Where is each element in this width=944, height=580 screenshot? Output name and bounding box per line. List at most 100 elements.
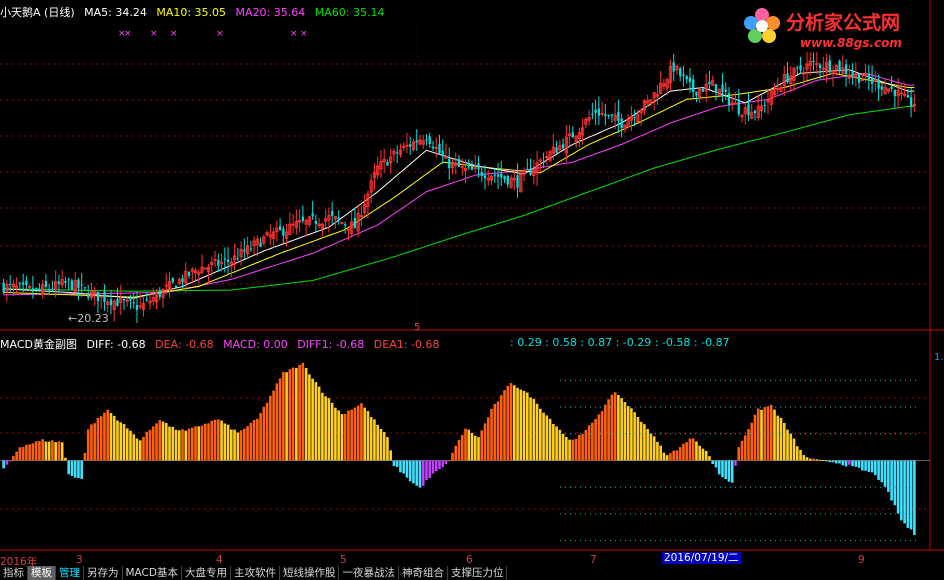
candle-body [64, 280, 67, 283]
macd-bar [656, 441, 659, 461]
macd-bar [743, 435, 747, 461]
macd-bar [913, 460, 916, 535]
indicator-title[interactable]: MACD黄金副图 [0, 338, 77, 351]
candle-body [116, 299, 119, 306]
candle-body [282, 228, 285, 236]
macd-bar [730, 460, 734, 483]
macd-bar [93, 423, 97, 461]
macd-bar [662, 452, 666, 461]
macd-bar [278, 378, 282, 461]
macd-bar [477, 437, 480, 461]
macd-bar [5, 460, 9, 465]
candle-body [425, 139, 428, 141]
macd-bar [412, 460, 415, 484]
macd-bar [818, 459, 822, 461]
moving-average-lines [3, 69, 915, 299]
macd-bar [438, 460, 441, 470]
candle-body [727, 93, 731, 105]
candle-body [737, 101, 740, 115]
macd-bar [12, 455, 15, 461]
tab-9[interactable]: 神奇组合 [399, 566, 448, 580]
candle-body [561, 144, 565, 149]
tab-4[interactable]: MACD基本 [123, 566, 182, 580]
stock-chart[interactable]: ×× × × × × × [0, 0, 944, 566]
signal-mark: × [150, 29, 158, 39]
tab-0[interactable]: 指标 [0, 566, 28, 580]
tab-10[interactable]: 支撑压力位 [448, 566, 508, 580]
macd-bar [782, 422, 786, 461]
macd-bar [890, 460, 893, 501]
candle-body [415, 140, 418, 143]
macd-bar [44, 441, 48, 461]
macd-bar [80, 460, 83, 479]
macd-bar [308, 374, 311, 461]
low-price-marker: ←20.23 [68, 312, 109, 325]
candle-body [25, 280, 28, 286]
macd-bar [535, 403, 539, 461]
macd-bar [291, 367, 295, 461]
candle-body [243, 249, 246, 252]
tab-6[interactable]: 主攻软件 [231, 566, 280, 580]
candle-body [467, 166, 470, 168]
candle-body [721, 84, 724, 92]
tab-3[interactable]: 另存为 [84, 566, 123, 580]
macd-bar [649, 433, 653, 461]
macd-bar [243, 428, 246, 461]
candle-body [610, 114, 614, 116]
tab-1[interactable]: 模板 [28, 566, 56, 580]
macd-bar [321, 392, 324, 461]
macd-bar [67, 460, 70, 475]
dea-label: DEA: -0.68 [155, 338, 214, 351]
macd-bar [555, 426, 558, 461]
macd-bar [568, 439, 571, 461]
macd-bar [8, 460, 12, 462]
macd-bar [766, 406, 770, 461]
macd-bar [812, 458, 815, 461]
candle-body [236, 258, 239, 260]
x-axis-label: 4 [216, 554, 223, 566]
flower-logo-icon [744, 8, 780, 43]
macd-bar [490, 408, 493, 461]
macd-bar [421, 460, 425, 486]
macd-bar [880, 460, 884, 483]
candle-body [695, 91, 698, 96]
tab-5[interactable]: 大盘专用 [182, 566, 231, 580]
macd-bar [802, 455, 806, 461]
candle-body [8, 283, 12, 285]
candle-body [617, 111, 620, 122]
macd-bar [483, 423, 487, 461]
macd-bar [405, 460, 409, 478]
candle-body [51, 288, 54, 290]
ma10-line [3, 72, 915, 298]
tab-8[interactable]: 一夜暴战法 [339, 566, 399, 580]
macd-bar [854, 460, 858, 467]
macd-bar [669, 453, 672, 461]
macd-bar [561, 433, 565, 461]
tab-2[interactable]: 管理 [56, 566, 84, 580]
macd-bar [831, 460, 835, 463]
macd-bar [909, 460, 913, 530]
candle-body [314, 220, 318, 225]
stock-title[interactable]: 小天鹅A (日线) [0, 6, 75, 19]
macd-bar [844, 460, 848, 467]
x-axis-label: 3 [76, 554, 83, 566]
macd-bar [428, 460, 432, 479]
macd-bar [750, 422, 754, 461]
candle-body [851, 71, 854, 76]
signal-mark: × [124, 29, 132, 39]
x-axis-label: 6 [466, 554, 473, 566]
candle-body [844, 64, 848, 74]
macd-bar [851, 460, 854, 467]
macd-bar [434, 460, 438, 472]
macd-bar [617, 395, 620, 461]
macd-bar [753, 414, 757, 461]
macd-bar [34, 441, 38, 461]
macd-bar [399, 460, 402, 473]
candle-body [386, 161, 389, 166]
logo-title: 分析家公式网 [786, 12, 901, 34]
tab-7[interactable]: 短线操作股 [280, 566, 340, 580]
candle-body [96, 291, 100, 302]
macd-bar [848, 460, 851, 465]
macd-bar [125, 428, 129, 461]
macd-bar [379, 428, 383, 461]
